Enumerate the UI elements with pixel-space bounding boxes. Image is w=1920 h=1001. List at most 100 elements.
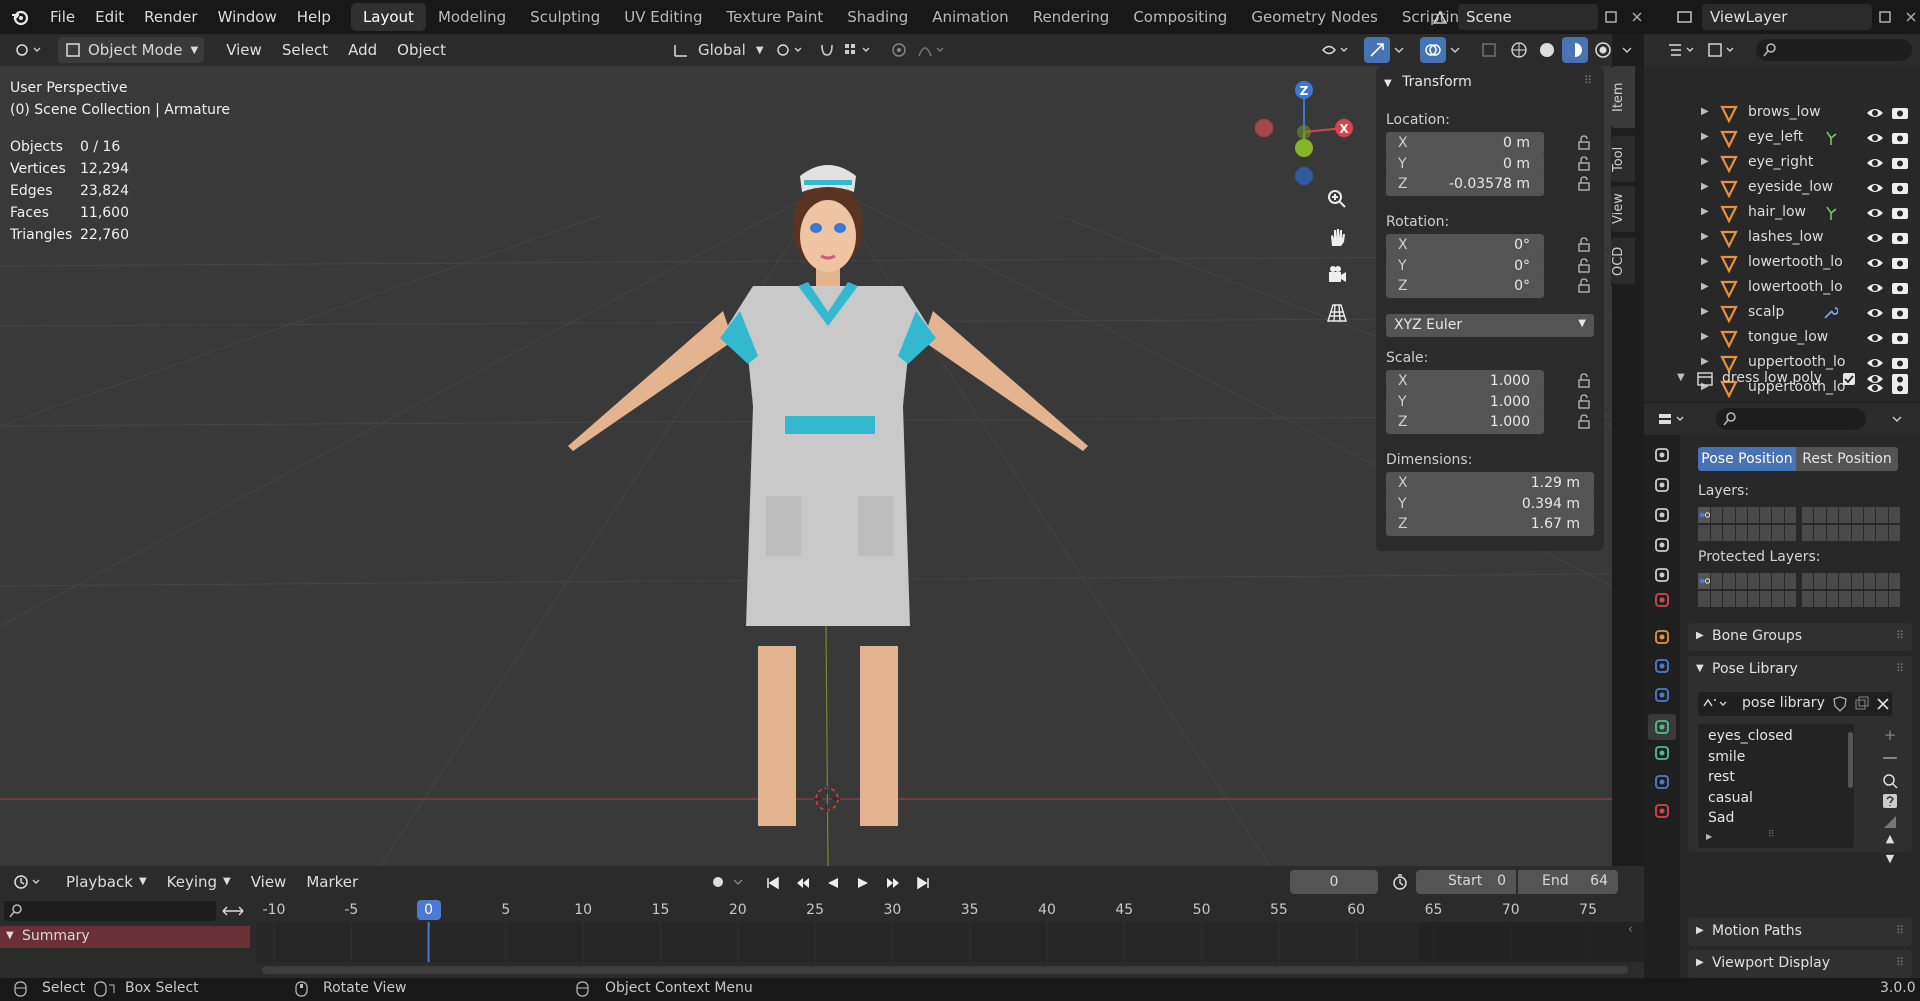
layer-toggle[interactable] [1826,524,1839,541]
remove-pose-button[interactable]: — [1880,748,1900,770]
layer-toggle[interactable] [1888,573,1900,589]
layer-toggle[interactable] [1876,507,1888,523]
layer-toggle[interactable] [1784,573,1796,589]
camera-icon[interactable] [1891,105,1909,121]
outliner-row[interactable]: ▶ eye_left [1644,126,1920,151]
zoom-icon[interactable] [1320,182,1354,216]
dimensions-z-field[interactable]: Z 1.67 m [1386,513,1594,536]
camera-icon[interactable] [1891,305,1909,321]
3d-viewport[interactable]: User Perspective (0) Scene Collection | … [0,66,1612,866]
eye-icon[interactable] [1866,256,1884,270]
list-scrollbar[interactable] [1848,732,1853,788]
layer-toggle[interactable] [1876,590,1888,607]
outliner-row[interactable]: ▶ scalp [1644,301,1920,326]
workspace-tab-modeling[interactable]: Modeling [426,3,518,31]
drag-handle-icon[interactable]: ⠿ [1584,74,1592,87]
location-x-field[interactable]: X 0 m [1386,132,1544,155]
eye-icon[interactable] [1866,231,1884,245]
start-frame-field[interactable]: Start 0 [1416,870,1516,894]
drag-handle-icon[interactable]: ⠿ [1896,924,1904,937]
lock-icon[interactable] [1576,257,1594,276]
add-pose-button[interactable]: + [1880,726,1900,748]
list-resize-handle-icon[interactable]: ⠿ [1768,830,1775,840]
layer-toggle[interactable] [1851,590,1863,607]
layer-toggle[interactable] [1772,590,1784,607]
layer-toggle[interactable] [1876,573,1888,589]
eye-icon[interactable] [1866,206,1884,220]
layer-toggle[interactable] [1826,573,1839,589]
workspace-tab-sculpting[interactable]: Sculpting [518,3,612,31]
workspace-tab-compositing[interactable]: Compositing [1121,3,1239,31]
lock-icon[interactable] [1576,135,1594,153]
pan-hand-icon[interactable] [1320,220,1354,254]
layer-toggle[interactable] [1784,524,1796,541]
layer-toggle[interactable] [1698,590,1710,607]
render-icon[interactable] [1652,475,1672,495]
play-icon[interactable] [850,870,876,896]
menu-item-render[interactable]: Render [134,0,207,34]
expand-arrow-icon[interactable]: ▶ [1701,356,1709,367]
outliner-row[interactable]: ▶ lowertooth_lo [1644,251,1920,276]
timeline-menu-marker[interactable]: Marker [296,866,368,898]
lock-icon[interactable] [1576,176,1594,194]
shading-menu-icon[interactable] [1618,37,1636,63]
scene-icon[interactable] [1652,565,1672,585]
bone-constraint-icon[interactable] [1652,772,1672,792]
layer-toggle[interactable] [1760,524,1772,541]
drag-handle-icon[interactable]: ⠿ [1896,662,1904,675]
texture-icon[interactable] [1652,801,1672,821]
layer-toggle[interactable] [1826,507,1839,523]
layer-toggle[interactable] [1863,507,1876,523]
xray-toggle-icon[interactable] [1476,37,1502,63]
viewport-menu-select[interactable]: Select [272,34,338,66]
scene-icon[interactable] [1428,4,1454,30]
layer-toggle[interactable] [1698,524,1710,541]
jump-to-start-icon[interactable] [760,870,786,896]
layer-toggle[interactable] [1735,507,1747,523]
auto-keying-button[interactable] [706,870,730,894]
character-model[interactable] [548,106,1108,826]
menu-item-window[interactable]: Window [208,0,287,34]
outliner-collection-row[interactable]: ▼ dress low poly [1644,367,1920,392]
layer-toggle[interactable] [1863,590,1876,607]
pose-marker-icon[interactable] [1881,812,1899,830]
layer-toggle[interactable] [1747,590,1760,607]
rotation-z-field[interactable]: Z 0° [1386,275,1544,298]
snap-target-icon[interactable] [840,37,876,63]
expand-arrow-icon[interactable]: ▶ [1701,256,1709,267]
tool-icon[interactable] [1652,445,1672,465]
eye-icon[interactable] [1866,281,1884,295]
sidebar-tab-tool[interactable]: Tool [1611,136,1635,182]
visibility-selectability-icon[interactable] [1318,37,1354,63]
layer-toggle[interactable] [1851,507,1863,523]
scale-x-field[interactable]: X 1.000 [1386,370,1544,393]
drag-handle-icon[interactable]: ⠿ [1896,629,1904,642]
location-z-field[interactable]: Z -0.03578 m [1386,173,1544,196]
pivot-point-icon[interactable] [772,37,808,63]
pose-list-item[interactable]: Sad [1708,810,1734,826]
layer-toggle[interactable] [1772,507,1784,523]
overlays-menu-icon[interactable] [1446,37,1464,63]
expand-arrow-icon[interactable]: ▶ [1701,306,1709,317]
rest-position-button[interactable]: Rest Position [1796,447,1898,471]
layer-toggle[interactable] [1711,590,1723,607]
expand-arrow-icon[interactable]: ▶ [1701,131,1709,142]
properties-options-icon[interactable] [1884,406,1910,432]
outliner-row[interactable]: ▶ lashes_low [1644,226,1920,251]
viewport-menu-object[interactable]: Object [387,34,456,66]
pose-position-button[interactable]: Pose Position [1698,447,1796,471]
outliner-row[interactable]: ▶ eyeside_low [1644,176,1920,201]
layer-toggle[interactable] [1814,524,1826,541]
rotation-x-field[interactable]: X 0° [1386,234,1544,257]
layer-toggle[interactable] [1723,524,1735,541]
workspace-tab-geometry-nodes[interactable]: Geometry Nodes [1239,3,1390,31]
editor-type-icon[interactable] [10,37,46,63]
camera-icon[interactable] [1891,205,1909,221]
layer-toggle[interactable] [1839,573,1851,589]
camera-icon[interactable] [1891,155,1909,171]
timeline-menu-playback[interactable]: Playback ▼ [56,866,157,898]
object-icon[interactable] [1652,627,1672,647]
camera-icon[interactable] [1891,255,1909,271]
view-layer-selector[interactable]: ViewLayer [1672,4,1920,30]
proportional-editing-icon[interactable] [886,37,912,63]
